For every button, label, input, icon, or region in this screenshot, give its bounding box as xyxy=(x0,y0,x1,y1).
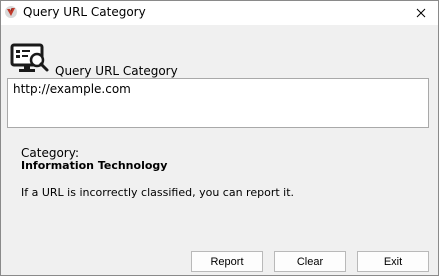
close-icon xyxy=(416,8,426,18)
url-input[interactable]: http://example.com xyxy=(7,78,429,128)
app-logo-icon xyxy=(5,6,17,18)
report-note: If a URL is incorrectly classified, you … xyxy=(21,186,295,199)
window-title: Query URL Category xyxy=(23,5,146,19)
clear-button[interactable]: Clear xyxy=(274,251,346,272)
category-label: Category: xyxy=(21,146,79,160)
query-url-category-dialog: Query URL Category Query URL Category ht… xyxy=(0,0,439,276)
url-input-value[interactable]: http://example.com xyxy=(13,82,131,96)
exit-button[interactable]: Exit xyxy=(357,251,429,272)
title-bar: Query URL Category xyxy=(1,1,438,25)
category-value: Information Technology xyxy=(21,159,168,172)
close-button[interactable] xyxy=(404,1,438,25)
monitor-search-icon xyxy=(10,43,49,72)
header-label: Query URL Category xyxy=(55,64,178,78)
report-button[interactable]: Report xyxy=(191,251,263,272)
